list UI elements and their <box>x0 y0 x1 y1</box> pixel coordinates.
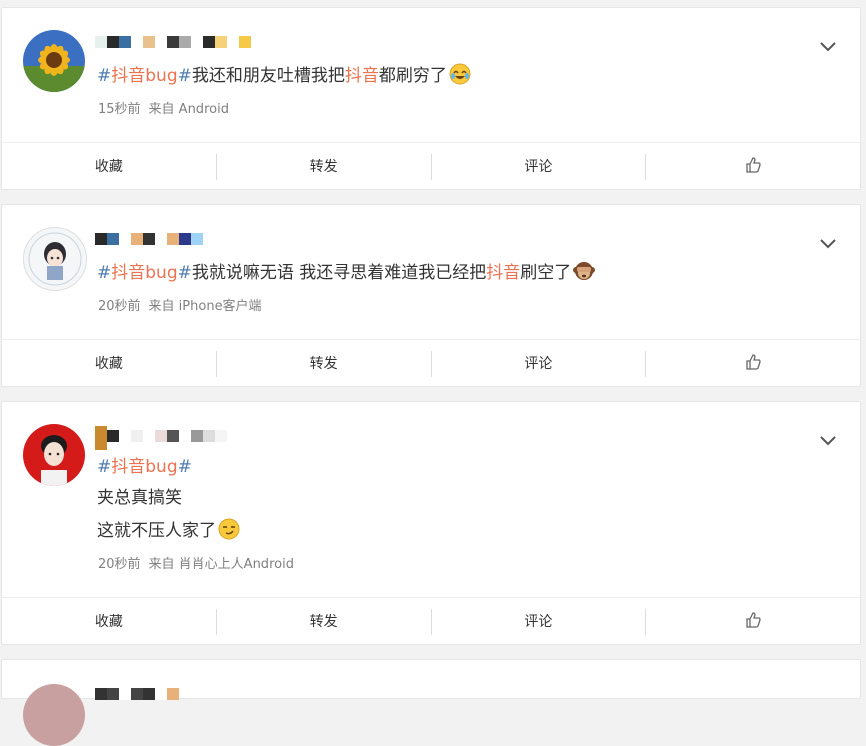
post-body-line: 这就不压人家了 <box>97 518 240 542</box>
post-text: #抖音bug# <box>97 456 192 478</box>
post-source: 来自 肖肖心上人Android <box>148 557 294 572</box>
username-redacted[interactable] <box>95 229 203 249</box>
post-body: 都刷穷了 <box>378 66 447 86</box>
post-meta: 20秒前 来自 肖肖心上人Android <box>98 553 294 572</box>
action-bar: 收藏 转发 评论 <box>2 339 860 388</box>
post-time[interactable]: 20秒前 <box>98 557 141 572</box>
action-bar: 收藏 转发 评论 <box>2 142 860 191</box>
post-time[interactable]: 20秒前 <box>98 299 141 314</box>
post-time[interactable]: 15秒前 <box>98 102 141 117</box>
chevron-down-icon[interactable] <box>818 36 838 56</box>
username-redacted[interactable] <box>95 684 179 704</box>
keyword-link[interactable]: 抖音 <box>486 263 520 283</box>
action-bar: 收藏 转发 评论 <box>2 597 860 646</box>
like-button[interactable] <box>645 609 860 635</box>
topic-hash[interactable]: # <box>97 66 111 86</box>
post-body: 刷空了 <box>520 263 572 283</box>
comment-button[interactable]: 评论 <box>430 351 646 377</box>
topic-link[interactable]: 抖音bug <box>111 66 177 86</box>
post-meta: 20秒前 来自 iPhone客户端 <box>98 295 262 314</box>
avatar[interactable] <box>23 684 85 746</box>
collect-button[interactable]: 收藏 <box>2 609 216 635</box>
collect-button[interactable]: 收藏 <box>2 154 216 180</box>
collect-button[interactable]: 收藏 <box>2 351 216 377</box>
keyword-link[interactable]: 抖音 <box>345 66 379 86</box>
topic-hash[interactable]: # <box>178 66 192 86</box>
smirk-face-emoji-icon <box>218 518 240 540</box>
repost-button[interactable]: 转发 <box>215 609 431 635</box>
topic-link[interactable]: 抖音bug <box>111 457 177 477</box>
post-body: 这就不压人家了 <box>97 521 216 541</box>
post-body: 我就说嘛无语 我还寻思着难道我已经把 <box>191 263 487 283</box>
post-meta: 15秒前 来自 Android <box>98 98 229 117</box>
username-redacted[interactable] <box>95 32 251 52</box>
repost-button[interactable]: 转发 <box>215 154 431 180</box>
post-source: 来自 Android <box>148 102 229 117</box>
weibo-post: #抖音bug#我还和朋友吐槽我把抖音都刷穷了 15秒前 来自 Android 收藏… <box>1 7 861 190</box>
comment-button[interactable]: 评论 <box>430 609 646 635</box>
weibo-post: #抖音bug#我就说嘛无语 我还寻思着难道我已经把抖音刷空了 20秒前 来自 iP… <box>1 204 861 387</box>
thumbs-up-icon <box>746 612 761 628</box>
comment-button[interactable]: 评论 <box>430 154 646 180</box>
chevron-down-icon[interactable] <box>818 430 838 450</box>
chevron-down-icon[interactable] <box>818 233 838 253</box>
topic-hash[interactable]: # <box>178 457 192 477</box>
laughing-crying-emoji-icon <box>449 63 471 85</box>
topic-link[interactable]: 抖音bug <box>111 263 177 283</box>
thumbs-up-icon <box>746 157 761 173</box>
post-body-line: 夹总真搞笑 <box>97 488 182 508</box>
see-no-evil-monkey-emoji-icon <box>573 262 596 280</box>
post-text: #抖音bug#我还和朋友吐槽我把抖音都刷穷了 <box>97 63 471 87</box>
topic-hash[interactable]: # <box>178 263 192 283</box>
weibo-post <box>1 659 861 746</box>
weibo-post: #抖音bug# 夹总真搞笑 这就不压人家了 20秒前 来自 肖肖心上人Androi… <box>1 401 861 645</box>
thumbs-up-icon <box>746 354 761 370</box>
repost-button[interactable]: 转发 <box>215 351 431 377</box>
like-button[interactable] <box>645 154 860 180</box>
like-button[interactable] <box>645 351 860 377</box>
avatar[interactable] <box>23 424 85 486</box>
username-redacted[interactable] <box>95 426 227 450</box>
topic-hash[interactable]: # <box>97 457 111 477</box>
post-text: #抖音bug#我就说嘛无语 我还寻思着难道我已经把抖音刷空了 <box>97 260 596 284</box>
avatar[interactable] <box>23 30 85 92</box>
post-body: 我还和朋友吐槽我把 <box>191 66 345 86</box>
post-source: 来自 iPhone客户端 <box>148 299 262 314</box>
topic-hash[interactable]: # <box>97 263 111 283</box>
avatar[interactable] <box>23 227 87 291</box>
